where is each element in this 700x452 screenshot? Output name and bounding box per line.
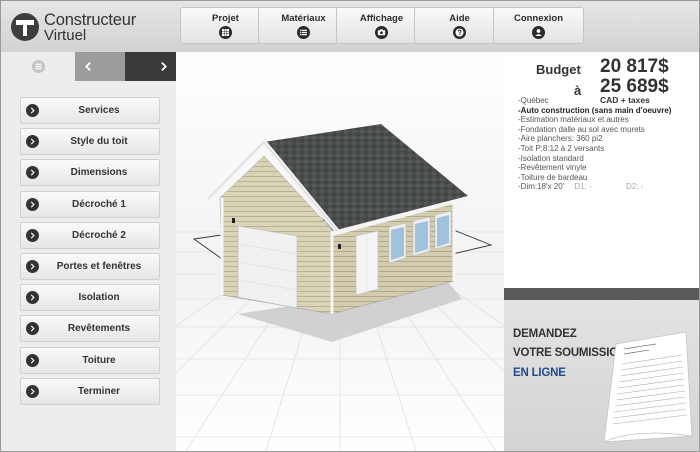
step-label: Décroché 1 bbox=[72, 198, 126, 210]
menu-label: Aide bbox=[449, 13, 470, 24]
3d-viewport[interactable] bbox=[176, 52, 504, 451]
promo-line-1: DEMANDEZ bbox=[513, 328, 577, 340]
step-label: Dimensions bbox=[70, 167, 128, 179]
steps-panel: Services Style du toit Dimensions Décroché … bbox=[1, 52, 176, 451]
summary-line: -Toiture de bardeau bbox=[518, 172, 588, 182]
user-icon bbox=[532, 26, 545, 39]
chevron-right-circle-icon bbox=[26, 135, 39, 149]
grid-icon bbox=[219, 26, 232, 39]
app-window: Constructeur Virtuel Projet Matériaux Af… bbox=[0, 0, 700, 452]
summary-dim-d2: D2: - bbox=[626, 182, 644, 192]
chevron-left-icon bbox=[85, 62, 91, 71]
budget-min: 20 817$ bbox=[600, 56, 669, 77]
menu-label: Matériaux bbox=[281, 13, 326, 24]
step-label: Services bbox=[78, 105, 120, 116]
header: Constructeur Virtuel Projet Matériaux Af… bbox=[1, 1, 699, 52]
summary-line: -Toit P:8:12 à 2 versants bbox=[518, 143, 605, 153]
menu-label: Projet bbox=[212, 13, 239, 24]
summary-dimensions: -Dim:18'x 20' D1: - D2: - bbox=[518, 182, 698, 192]
summary-line: -Estimation matériaux et autres bbox=[518, 115, 629, 125]
summary-service: -Auto construction (sans main d'oeuvre) bbox=[518, 105, 672, 115]
menu-aide-button[interactable]: Aide bbox=[414, 7, 505, 44]
step-button-5[interactable]: Décroché 2 bbox=[20, 221, 160, 249]
quote-request-banner[interactable]: DEMANDEZ VOTRE SOUMISSION EN LIGNE bbox=[504, 300, 699, 451]
camera-icon bbox=[375, 26, 388, 39]
menu-connexion-button[interactable]: Connexion bbox=[493, 7, 584, 44]
previous-step-button[interactable] bbox=[75, 52, 125, 81]
logo-subtitle: Virtuel bbox=[44, 27, 87, 44]
project-summary: -Québec -Auto construction (sans main d'… bbox=[518, 96, 698, 192]
chevron-right-circle-icon bbox=[26, 166, 39, 180]
hammer-logo-icon bbox=[11, 13, 39, 41]
summary-line: -Aire planchers: 360 pi2 bbox=[518, 134, 603, 144]
summary-dim-d1: D1: - bbox=[574, 182, 592, 192]
document-icon bbox=[603, 331, 693, 443]
summary-lines: -Estimation matériaux et autres -Fondatio… bbox=[518, 115, 698, 182]
chevron-right-circle-icon bbox=[26, 197, 39, 211]
step-navigation bbox=[1, 52, 176, 81]
summary-region: -Québec bbox=[518, 96, 549, 105]
chevron-right-circle-icon bbox=[26, 353, 39, 367]
garage-3d-render bbox=[176, 52, 504, 451]
step-button-6[interactable]: Portes et fenêtres bbox=[20, 252, 160, 280]
menu-label: Affichage bbox=[359, 13, 404, 24]
step-button-9[interactable]: Toiture bbox=[20, 346, 160, 374]
step-button-10[interactable]: Terminer bbox=[20, 377, 160, 405]
panel-divider bbox=[504, 288, 699, 300]
step-label: Terminer bbox=[77, 385, 121, 397]
summary-line: -Fondation dalle au sol avec murets bbox=[518, 124, 645, 134]
list-icon bbox=[297, 26, 310, 39]
step-label: Isolation bbox=[78, 292, 120, 304]
chevron-right-circle-icon bbox=[26, 104, 39, 117]
hamburger-icon bbox=[32, 60, 45, 73]
step-button-7[interactable]: Isolation bbox=[20, 284, 160, 312]
chevron-right-icon bbox=[161, 62, 167, 71]
step-button-4[interactable]: Décroché 1 bbox=[20, 190, 160, 218]
summary-line: -Revêtement vinyle bbox=[518, 163, 587, 173]
step-label: Style du toit bbox=[70, 136, 128, 148]
step-button-8[interactable]: Revêtements bbox=[20, 315, 160, 343]
app-logo[interactable]: Constructeur Virtuel bbox=[11, 11, 171, 45]
budget-panel: Budget 20 817$ à 25 689$ CAD + taxes -Qu… bbox=[504, 52, 699, 451]
promo-line-3: EN LIGNE bbox=[513, 367, 566, 379]
step-label: Revêtements bbox=[67, 323, 131, 335]
steps-menu-button[interactable] bbox=[1, 52, 75, 81]
step-list: Services Style du toit Dimensions Décroché … bbox=[20, 97, 160, 409]
next-step-button[interactable] bbox=[125, 52, 176, 81]
chevron-right-circle-icon bbox=[26, 384, 39, 398]
budget-label: Budget bbox=[536, 62, 581, 77]
chevron-right-circle-icon bbox=[26, 228, 39, 242]
chevron-right-circle-icon bbox=[26, 322, 39, 336]
step-button-3[interactable]: Dimensions bbox=[20, 159, 160, 187]
step-button-2[interactable]: Style du toit bbox=[20, 128, 160, 156]
step-button-1[interactable]: Services bbox=[20, 97, 160, 124]
step-label: Portes et fenêtres bbox=[56, 260, 142, 272]
step-label: Décroché 2 bbox=[72, 229, 126, 241]
summary-line: -Isolation standard bbox=[518, 153, 584, 163]
chevron-right-circle-icon bbox=[26, 291, 39, 305]
chevron-right-circle-icon bbox=[26, 259, 39, 273]
step-label: Toiture bbox=[82, 354, 116, 366]
menu-label: Connexion bbox=[513, 13, 564, 24]
summary-dim-main: -Dim:18'x 20' bbox=[518, 182, 565, 192]
help-icon bbox=[453, 26, 466, 39]
